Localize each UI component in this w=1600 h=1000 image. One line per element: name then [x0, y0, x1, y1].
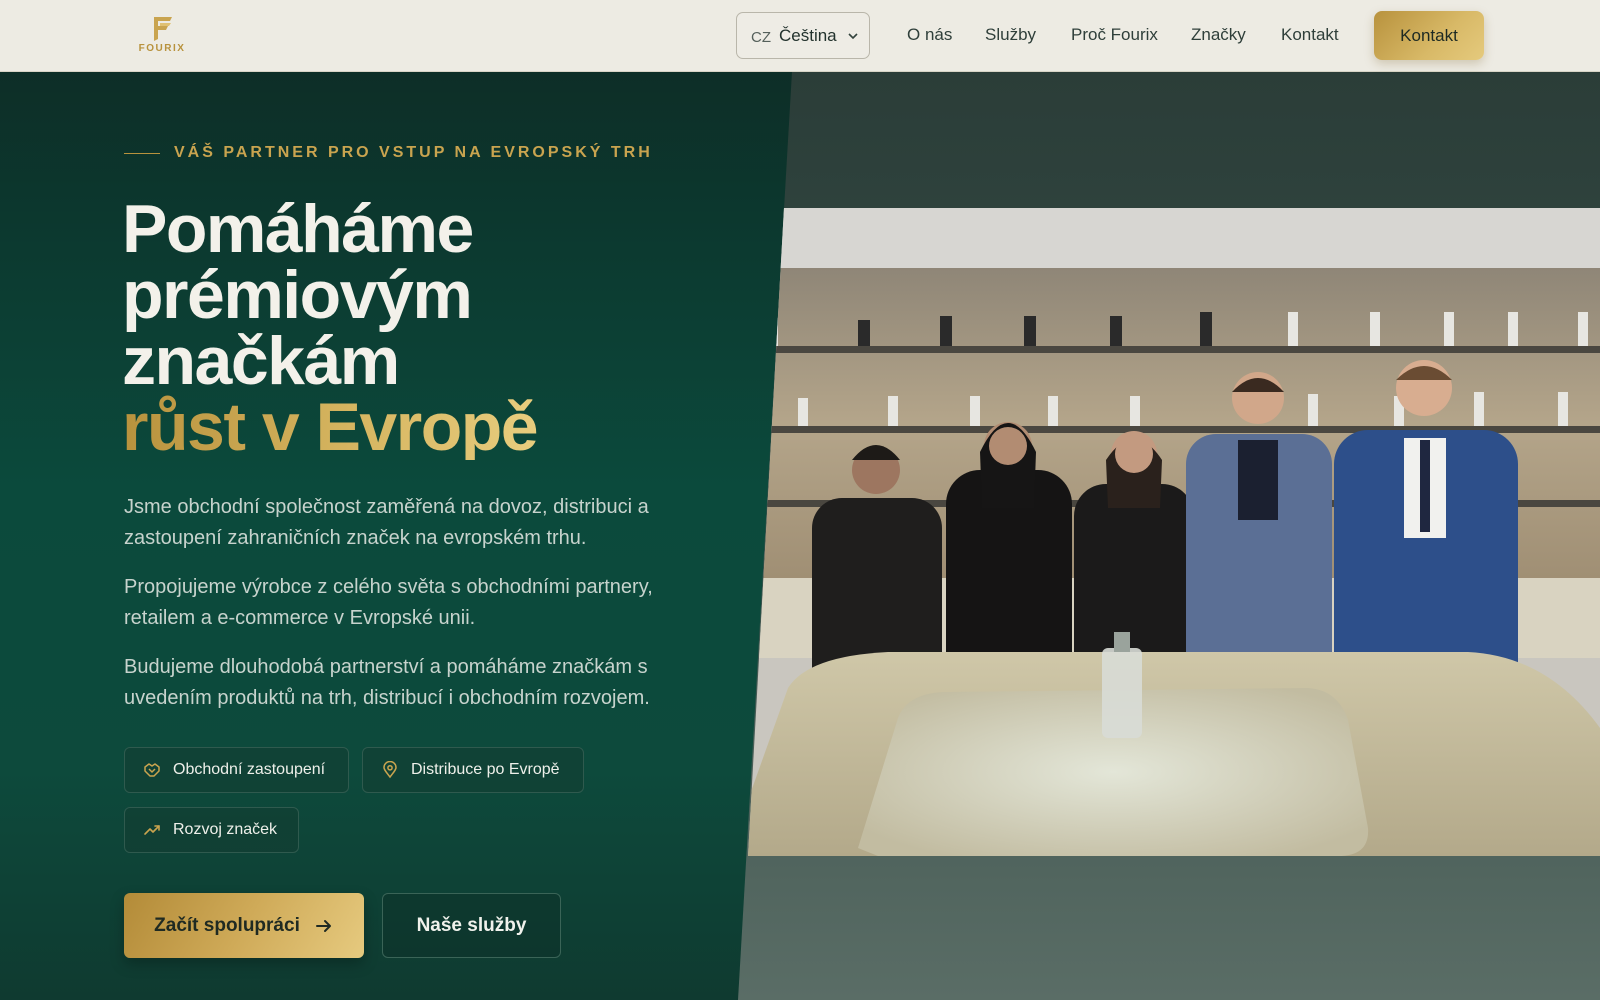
handshake-icon [144, 763, 160, 777]
language-code: CZ [751, 28, 771, 46]
nav-item-about[interactable]: O nás [907, 25, 952, 45]
eyebrow-line [124, 152, 160, 154]
team-photo-illustration [748, 208, 1600, 856]
team-photo [748, 208, 1600, 856]
tag-label: Obchodní zastoupení [173, 761, 326, 778]
hero-title-line-2: prémiovým [122, 257, 473, 333]
nav-item-why-fourix[interactable]: Proč Fourix [1071, 25, 1158, 45]
header-contact-button[interactable]: Kontakt [1374, 11, 1484, 60]
arrow-right-icon [315, 919, 331, 932]
trending-up-icon [144, 825, 160, 835]
language-name: Čeština [779, 25, 837, 45]
hero-eyebrow: VÁŠ PARTNER PRO VSTUP NA EVROPSKÝ TRH [124, 144, 653, 162]
hero-paragraph-1: Jsme obchodní společnost zaměřená na dov… [124, 496, 649, 549]
start-cooperation-button[interactable]: Začít spolupráci [124, 893, 364, 958]
tag-label: Distribuce po Evropě [411, 761, 560, 778]
fourix-logo[interactable]: FOURIX [132, 14, 192, 54]
hero-title: Pomáháme prémiovým značkám růst v Evropě [122, 191, 539, 465]
fourix-logo-icon [154, 17, 172, 41]
hero-title-accent: růst v Evropě [122, 389, 539, 465]
hero-paragraph-3: Budujeme dlouhodobá partnerství a pomáhá… [124, 656, 650, 709]
chevron-down-icon [848, 32, 858, 39]
language-selector[interactable]: CZ Čeština [736, 12, 870, 59]
nav-item-contact[interactable]: Kontakt [1281, 25, 1339, 45]
tag-brand-development: Rozvoj značek [124, 807, 299, 853]
nav-item-services[interactable]: Služby [985, 25, 1036, 45]
logo-text: FOURIX [138, 43, 186, 54]
tag-business-representation: Obchodní zastoupení [124, 747, 349, 793]
site-header: FOURIX CZ Čeština O nás Služby Proč Four… [0, 0, 1600, 72]
hero-title-line-3: značkám [122, 323, 400, 399]
map-pin-icon [383, 761, 397, 779]
tag-label: Rozvoj značek [173, 821, 278, 838]
hero-paragraph-2: Propojujeme výrobce z celého světa s obc… [124, 576, 653, 629]
tag-europe-distribution: Distribuce po Evropě [362, 747, 584, 793]
start-cooperation-label: Začít spolupráci [154, 914, 300, 936]
hero-title-line-1: Pomáháme [122, 191, 474, 267]
our-services-button[interactable]: Naše služby [382, 893, 561, 958]
nav-item-brands[interactable]: Značky [1191, 25, 1246, 45]
eyebrow-text: VÁŠ PARTNER PRO VSTUP NA EVROPSKÝ TRH [174, 144, 653, 161]
